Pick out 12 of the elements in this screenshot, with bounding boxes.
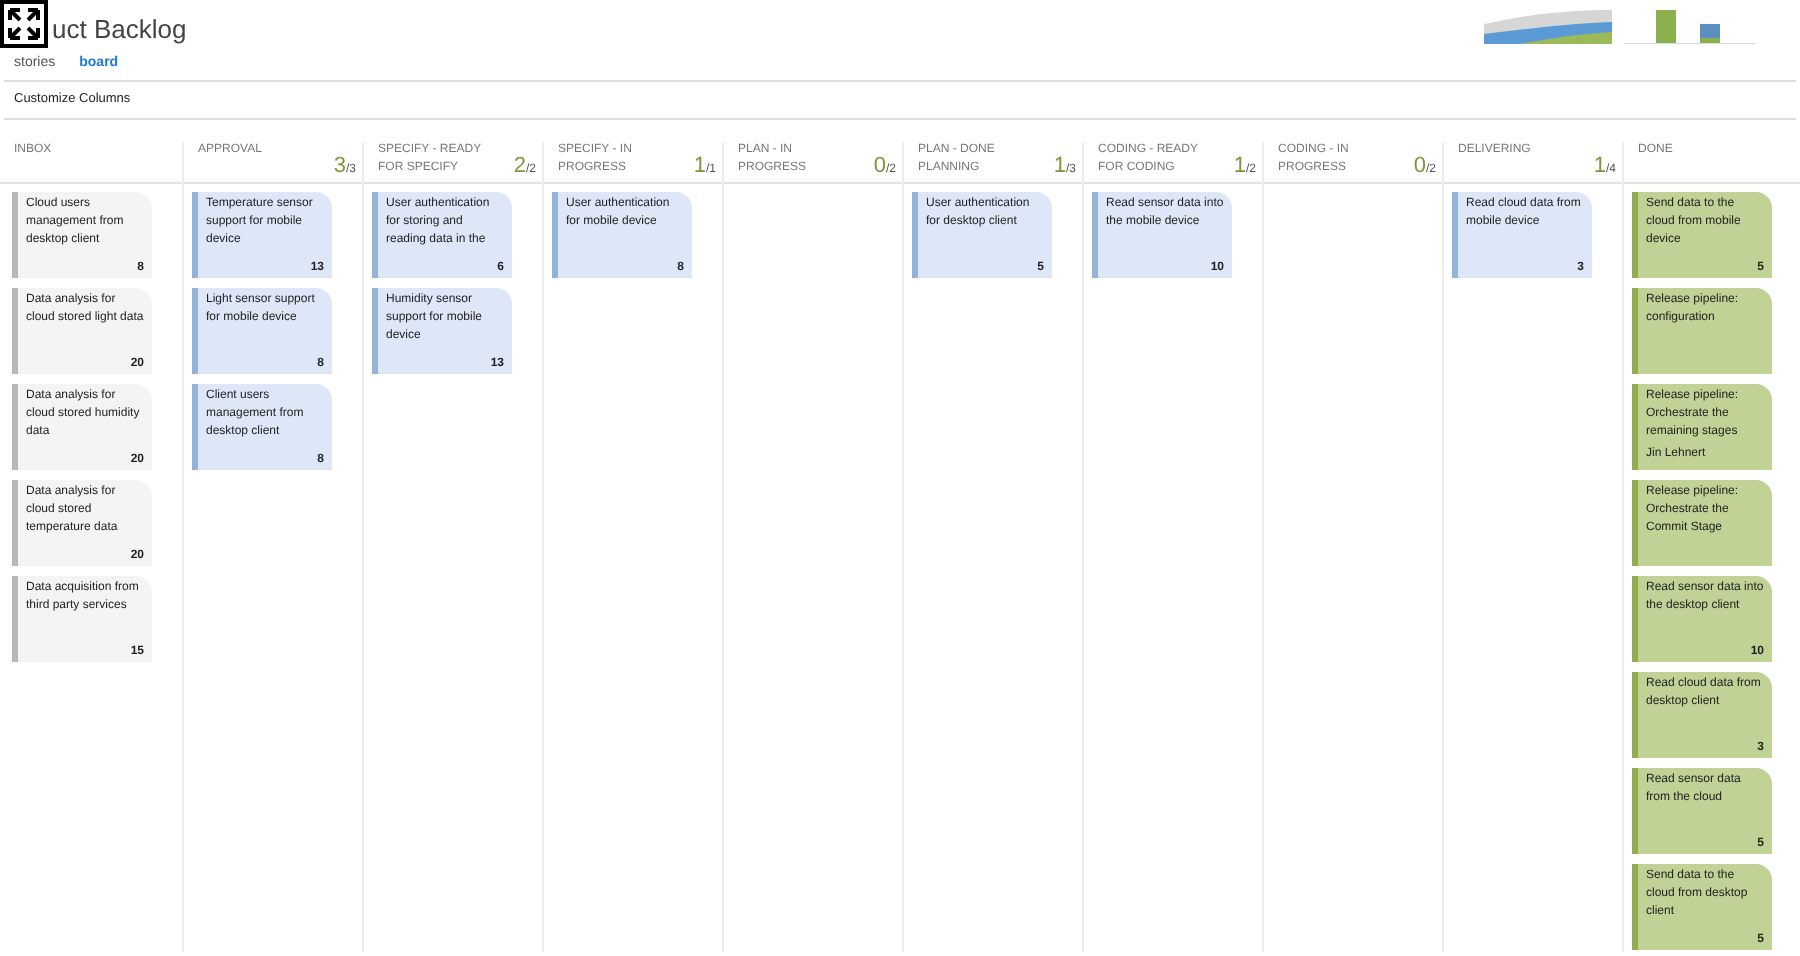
wip-count: 1: [1053, 156, 1066, 178]
page-title: uct Backlog: [52, 12, 187, 48]
cumulative-flow-chart: [1480, 4, 1612, 44]
velocity-chart: [1624, 4, 1756, 44]
wip-count: 1: [1233, 156, 1246, 178]
wip-count: 1: [1593, 156, 1606, 178]
wip-count: 1: [693, 156, 706, 178]
wip-count: 3: [333, 156, 346, 178]
wip-count: 0: [873, 156, 886, 178]
wip-count: 2: [513, 156, 526, 178]
wip-count: 0: [1413, 156, 1426, 178]
expand-icon[interactable]: [0, 0, 48, 48]
